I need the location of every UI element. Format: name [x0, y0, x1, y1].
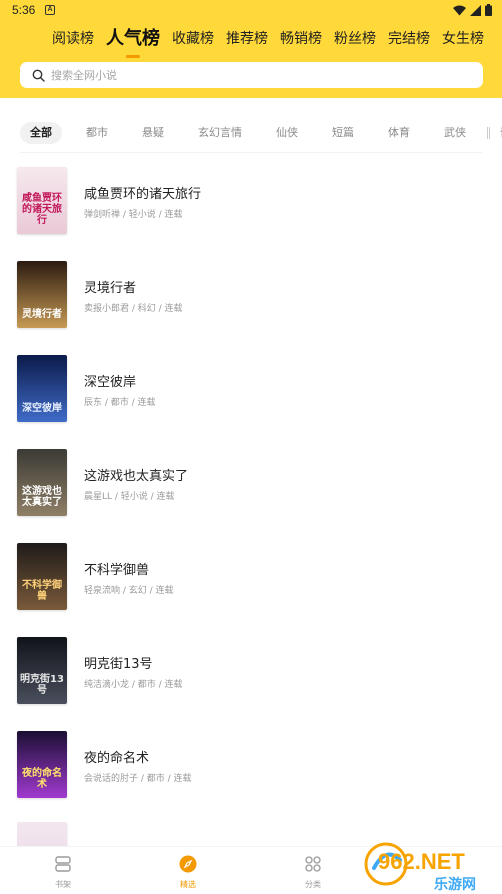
nav-category[interactable]: 分类 — [283, 855, 343, 890]
book-cover-title: 这游戏也太真实了 — [22, 486, 62, 508]
nav-bookshelf-label: 书架 — [55, 880, 71, 889]
rank-tab-6[interactable]: 完结榜 — [382, 26, 436, 52]
watermark-sub: 乐游网 — [434, 876, 476, 893]
nav-featured[interactable]: 精选 — [158, 855, 218, 890]
book-title[interactable]: 夜的命名术 — [84, 747, 149, 766]
book-title[interactable]: 咸鱼贾环的诸天旅行 — [84, 183, 201, 202]
search-bar[interactable] — [20, 62, 483, 88]
battery-icon — [485, 4, 492, 16]
signal-icon — [470, 4, 481, 16]
rank-tab-0[interactable]: 阅读榜 — [46, 26, 100, 52]
book-cover-title: 明克街13号 — [20, 674, 64, 696]
rank-tab-3[interactable]: 推荐榜 — [220, 26, 274, 52]
book-meta: 晨星LL / 轻小说 / 连载 — [84, 492, 175, 502]
compass-icon — [179, 855, 197, 873]
list-item[interactable]: 明克街13号 明克街13号 纯洁滴小龙 / 都市 / 连载 — [17, 637, 482, 705]
nav-featured-label: 精选 — [180, 880, 196, 889]
book-cover[interactable]: 明克街13号 — [17, 637, 67, 704]
category-chip-7[interactable]: 武侠 — [434, 122, 476, 144]
category-chip-1[interactable]: 都市 — [76, 122, 118, 144]
book-title[interactable]: 明克街13号 — [84, 653, 153, 672]
book-title[interactable]: 深空彼岸 — [84, 371, 136, 390]
divider — [20, 152, 482, 153]
category-chip-5[interactable]: 短篇 — [322, 122, 364, 144]
book-title[interactable]: 灵境行者 — [84, 277, 136, 296]
book-cover[interactable]: 夜的命名术 — [17, 731, 67, 798]
category-chip-6[interactable]: 体育 — [378, 122, 420, 144]
search-input[interactable] — [51, 68, 451, 82]
watermark-logo: 962.NET 乐游网 — [360, 838, 498, 894]
book-cover-title: 不科学御兽 — [22, 580, 62, 602]
list-item[interactable]: 这游戏也太真实了 这游戏也太真实了 晨星LL / 轻小说 / 连载 — [17, 449, 482, 517]
book-title[interactable]: 这游戏也太真实了 — [84, 465, 188, 484]
list-item[interactable]: 夜的命名术 夜的命名术 会说话的肘子 / 都市 / 连载 — [17, 731, 482, 799]
category-chip-8[interactable]: 奇幻 — [490, 122, 502, 144]
list-item[interactable]: 灵境行者 灵境行者 卖报小郎君 / 科幻 / 连载 — [17, 261, 482, 329]
search-icon — [32, 69, 45, 82]
nav-category-label: 分类 — [305, 880, 321, 889]
book-cover — [17, 822, 67, 846]
book-cover[interactable]: 这游戏也太真实了 — [17, 449, 67, 516]
book-title[interactable]: 不科学御兽 — [84, 559, 149, 578]
list-item[interactable]: 不科学御兽 不科学御兽 轻泉流响 / 玄幻 / 连载 — [17, 543, 482, 611]
bookshelf-icon — [55, 856, 71, 872]
rank-tab-7[interactable]: 女生榜 — [436, 26, 490, 52]
rank-tab-5[interactable]: 粉丝榜 — [328, 26, 382, 52]
category-chips: 全部都市悬疑玄幻言情仙侠短篇体育武侠奇幻 — [20, 122, 502, 144]
more-categories-icon[interactable] — [487, 127, 490, 139]
category-chip-4[interactable]: 仙侠 — [266, 122, 308, 144]
nav-bookshelf[interactable]: 书架 — [33, 855, 93, 890]
book-cover-title: 深空彼岸 — [22, 403, 62, 414]
status-bar: 5:36 A — [0, 0, 502, 22]
book-cover[interactable]: 不科学御兽 — [17, 543, 67, 610]
app-screen: 5:36 A 阅读榜人气榜收藏榜推荐榜畅销榜粉丝榜完结榜女生榜 全部都市悬疑玄幻… — [0, 0, 502, 894]
category-chip-3[interactable]: 玄幻言情 — [188, 122, 252, 144]
book-meta: 卖报小郎君 / 科幻 / 连载 — [84, 304, 183, 314]
book-meta: 纯洁滴小龙 / 都市 / 连载 — [84, 680, 183, 690]
book-cover[interactable]: 灵境行者 — [17, 261, 67, 328]
book-meta: 弹剑听禅 / 轻小说 / 连载 — [84, 210, 183, 220]
category-icon — [305, 856, 321, 872]
rank-tabs: 阅读榜 人气榜 收藏榜 推荐榜 畅销榜 粉丝榜 完结榜 女生榜 — [46, 26, 490, 58]
book-cover[interactable]: 咸鱼贾环的诸天旅行 — [17, 167, 67, 234]
rank-tab-2[interactable]: 收藏榜 — [166, 26, 220, 52]
rank-tab-1[interactable]: 人气榜 — [100, 26, 166, 58]
book-cover-title: 夜的命名术 — [22, 768, 62, 790]
book-cover[interactable]: 深空彼岸 — [17, 355, 67, 422]
header: 5:36 A 阅读榜 人气榜 收藏榜 推荐榜 畅销榜 粉丝榜 完结榜 女生榜 — [0, 0, 502, 98]
category-chip-0[interactable]: 全部 — [20, 122, 62, 144]
status-icons — [453, 4, 492, 16]
rank-tab-4[interactable]: 畅销榜 — [274, 26, 328, 52]
category-chip-2[interactable]: 悬疑 — [132, 122, 174, 144]
watermark-brand: 962.NET — [378, 849, 465, 874]
list-item[interactable]: 咸鱼贾环的诸天旅行 咸鱼贾环的诸天旅行 弹剑听禅 / 轻小说 / 连载 — [17, 167, 482, 235]
wifi-icon — [453, 5, 466, 15]
notification-a-icon: A — [45, 5, 55, 15]
book-cover-title: 灵境行者 — [22, 309, 62, 320]
book-cover-title: 咸鱼贾环的诸天旅行 — [22, 193, 62, 226]
list-item[interactable]: 深空彼岸 深空彼岸 辰东 / 都市 / 连载 — [17, 355, 482, 423]
status-time: 5:36 — [12, 3, 36, 17]
book-meta: 会说话的肘子 / 都市 / 连载 — [84, 774, 192, 784]
book-meta: 轻泉流响 / 玄幻 / 连载 — [84, 586, 174, 596]
book-meta: 辰东 / 都市 / 连载 — [84, 398, 156, 408]
